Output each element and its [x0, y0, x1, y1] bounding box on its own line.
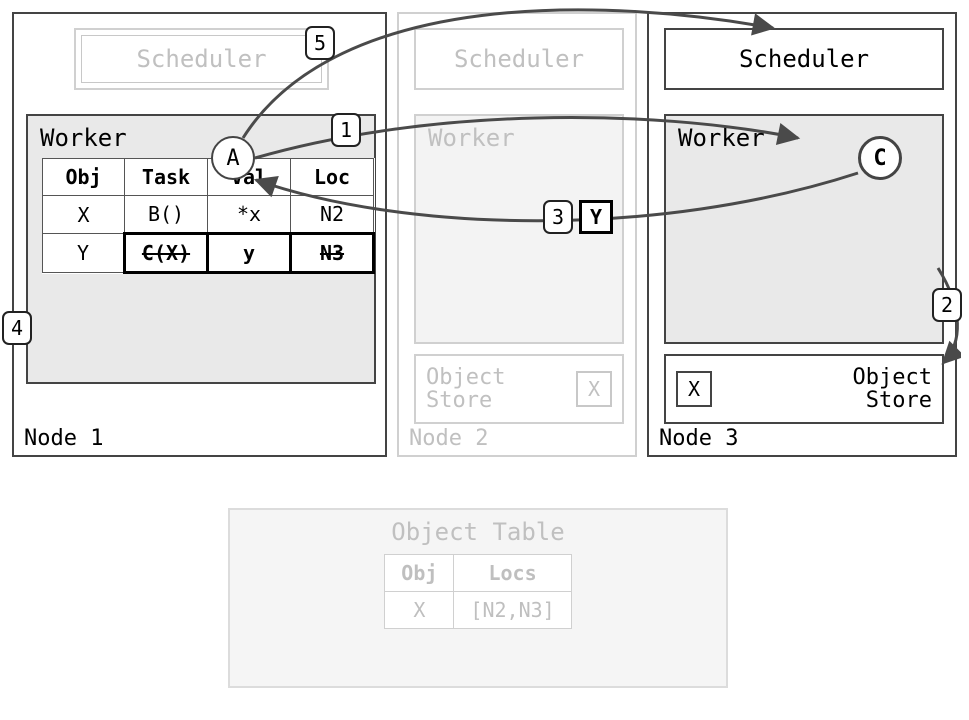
col-task: Task: [125, 159, 208, 196]
cell-task: B(): [125, 196, 208, 234]
node-2-scheduler: Scheduler: [414, 28, 624, 90]
col-locs: Locs: [454, 555, 571, 592]
x-chip: X: [576, 371, 612, 407]
node-2: Scheduler Worker Object Store X Node 2: [397, 12, 637, 457]
global-object-table-grid: Obj Locs X [N2,N3]: [384, 554, 571, 629]
cell-obj: X: [385, 592, 454, 629]
scheduler-label: Scheduler: [136, 47, 266, 71]
global-object-table: Object Table Obj Locs X [N2,N3]: [228, 508, 728, 688]
diagram-stage: Scheduler Worker Obj Task Val Loc X B() …: [8, 8, 961, 712]
cell-locs: [N2,N3]: [454, 592, 571, 629]
node-1-scheduler: Scheduler: [74, 28, 329, 90]
task-circle-a: A: [211, 136, 255, 180]
step-badge-3: 3: [543, 200, 573, 234]
cell-loc: N2: [291, 196, 374, 234]
col-obj: Obj: [43, 159, 125, 196]
col-obj: Obj: [385, 555, 454, 592]
node-1: Scheduler Worker Obj Task Val Loc X B() …: [12, 12, 387, 457]
node-1-local-table: Obj Task Val Loc X B() *x N2 Y C(X) y N3: [42, 158, 375, 274]
y-transfer-chip: Y: [579, 200, 613, 234]
task-circle-label: C: [873, 146, 886, 171]
node-1-label: Node 1: [24, 426, 103, 451]
cell-loc: N3: [291, 234, 374, 273]
cell-task: C(X): [125, 234, 208, 273]
col-loc: Loc: [291, 159, 374, 196]
task-circle-label: A: [226, 146, 239, 171]
node-3: Scheduler Worker X Object Store Node 3: [647, 12, 957, 457]
object-store-label: Object Store: [853, 366, 932, 412]
cell-val: y: [208, 234, 291, 273]
global-object-table-title: Object Table: [240, 518, 716, 546]
object-store-label: Object Store: [426, 366, 505, 412]
cell-val: *x: [208, 196, 291, 234]
scheduler-label: Scheduler: [454, 47, 584, 71]
step-badge-4: 4: [2, 311, 32, 345]
x-chip: X: [676, 371, 712, 407]
node-3-object-store: X Object Store: [664, 354, 944, 424]
table-row: X [N2,N3]: [385, 592, 571, 629]
step-badge-5: 5: [305, 26, 335, 60]
cell-obj: Y: [43, 234, 125, 273]
table-row: X B() *x N2: [43, 196, 374, 234]
worker-label: Worker: [40, 124, 364, 152]
worker-label: Worker: [428, 124, 612, 152]
node-3-worker: Worker: [664, 114, 944, 344]
task-circle-c: C: [858, 136, 902, 180]
node-1-worker: Worker Obj Task Val Loc X B() *x N2 Y C(…: [26, 114, 376, 384]
step-badge-1: 1: [331, 113, 361, 147]
node-2-object-store: Object Store X: [414, 354, 624, 424]
node-3-label: Node 3: [659, 426, 738, 451]
node-3-scheduler: Scheduler: [664, 28, 944, 90]
scheduler-label: Scheduler: [739, 47, 869, 71]
node-2-label: Node 2: [409, 426, 488, 451]
table-row: Y C(X) y N3: [43, 234, 374, 273]
cell-obj: X: [43, 196, 125, 234]
step-badge-2: 2: [932, 288, 962, 322]
